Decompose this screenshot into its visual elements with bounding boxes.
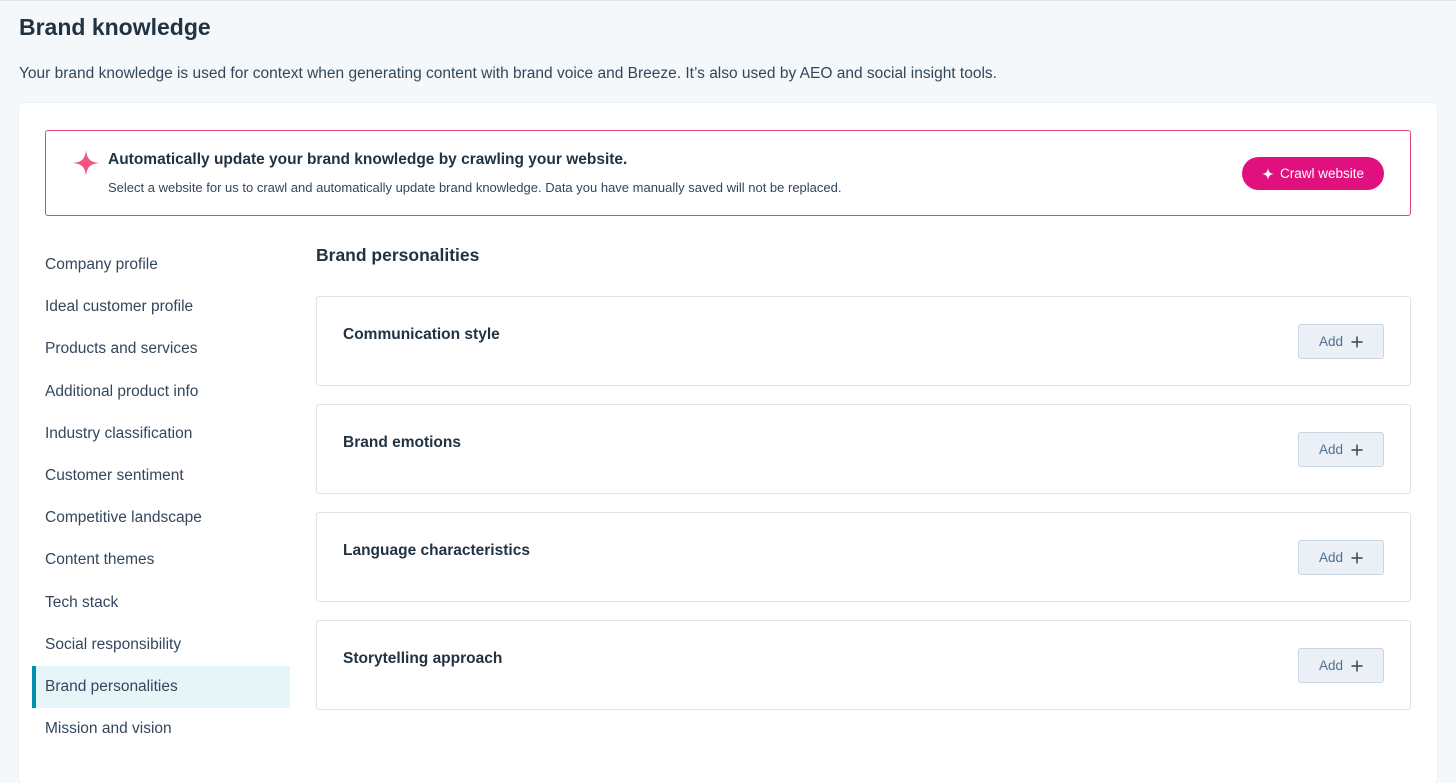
sidebar-item-competitive-landscape[interactable]: Competitive landscape	[32, 497, 290, 539]
personality-row-communication-style: Communication style Add	[316, 296, 1411, 386]
add-brand-emotions-button[interactable]: Add	[1298, 432, 1384, 467]
sidebar-item-label: Tech stack	[45, 593, 119, 611]
add-label: Add	[1318, 334, 1344, 349]
sidebar-item-label: Social responsibility	[45, 635, 182, 653]
sidebar-nav: Company profile Ideal customer profile P…	[32, 244, 290, 750]
sidebar-item-label: Brand personalities	[45, 677, 178, 695]
sidebar-item-label: Ideal customer profile	[45, 298, 194, 316]
top-divider	[0, 0, 1456, 1]
plus-icon	[1351, 660, 1363, 671]
add-label: Add	[1318, 442, 1344, 457]
sidebar-item-mission-and-vision[interactable]: Mission and vision	[32, 708, 290, 750]
plus-icon	[1351, 552, 1363, 563]
sidebar-item-label: Customer sentiment	[45, 467, 184, 485]
add-communication-style-button[interactable]: Add	[1298, 324, 1384, 359]
sidebar-item-additional-product-info[interactable]: Additional product info	[32, 371, 290, 413]
crawl-website-label: Crawl website	[1279, 166, 1365, 181]
row-label: Brand emotions	[343, 434, 461, 451]
add-label: Add	[1318, 658, 1344, 673]
sidebar-item-label: Competitive landscape	[45, 509, 202, 527]
personality-row-storytelling-approach: Storytelling approach Add	[316, 620, 1411, 710]
sidebar-item-label: Industry classification	[45, 424, 193, 442]
banner-title: Automatically update your brand knowledg…	[108, 151, 628, 168]
sidebar-item-company-profile[interactable]: Company profile	[32, 244, 290, 286]
personality-row-language-characteristics: Language characteristics Add	[316, 512, 1411, 602]
sidebar-item-label: Content themes	[45, 551, 155, 569]
add-language-characteristics-button[interactable]: Add	[1298, 540, 1384, 575]
plus-icon	[1351, 336, 1363, 347]
sidebar-item-tech-stack[interactable]: Tech stack	[32, 582, 290, 624]
page-description: Your brand knowledge is used for context…	[19, 65, 997, 82]
crawl-banner: Automatically update your brand knowledg…	[45, 130, 1411, 216]
add-label: Add	[1318, 550, 1344, 565]
row-label: Storytelling approach	[343, 650, 503, 667]
add-storytelling-approach-button[interactable]: Add	[1298, 648, 1384, 683]
sidebar-item-label: Mission and vision	[45, 720, 172, 738]
crawl-website-button[interactable]: Crawl website	[1242, 157, 1384, 190]
sidebar-item-label: Additional product info	[45, 382, 199, 400]
banner-subtitle: Select a website for us to crawl and aut…	[108, 180, 842, 195]
section-title: Brand personalities	[316, 245, 480, 265]
row-label: Communication style	[343, 326, 500, 343]
plus-icon	[1351, 444, 1363, 455]
sidebar-item-label: Products and services	[45, 340, 198, 358]
personality-row-brand-emotions: Brand emotions Add	[316, 404, 1411, 494]
sidebar-item-content-themes[interactable]: Content themes	[32, 539, 290, 581]
sparkle-icon	[72, 149, 100, 177]
sidebar-item-customer-sentiment[interactable]: Customer sentiment	[32, 455, 290, 497]
sidebar-item-label: Company profile	[45, 256, 158, 274]
sidebar-item-products-and-services[interactable]: Products and services	[32, 328, 290, 370]
sidebar-item-industry-classification[interactable]: Industry classification	[32, 413, 290, 455]
page-title: Brand knowledge	[19, 14, 211, 40]
sidebar-item-social-responsibility[interactable]: Social responsibility	[32, 624, 290, 666]
sidebar-item-brand-personalities[interactable]: Brand personalities	[32, 665, 290, 709]
row-label: Language characteristics	[343, 542, 530, 559]
sparkle-icon	[1261, 167, 1274, 180]
sidebar-item-ideal-customer-profile[interactable]: Ideal customer profile	[32, 286, 290, 328]
